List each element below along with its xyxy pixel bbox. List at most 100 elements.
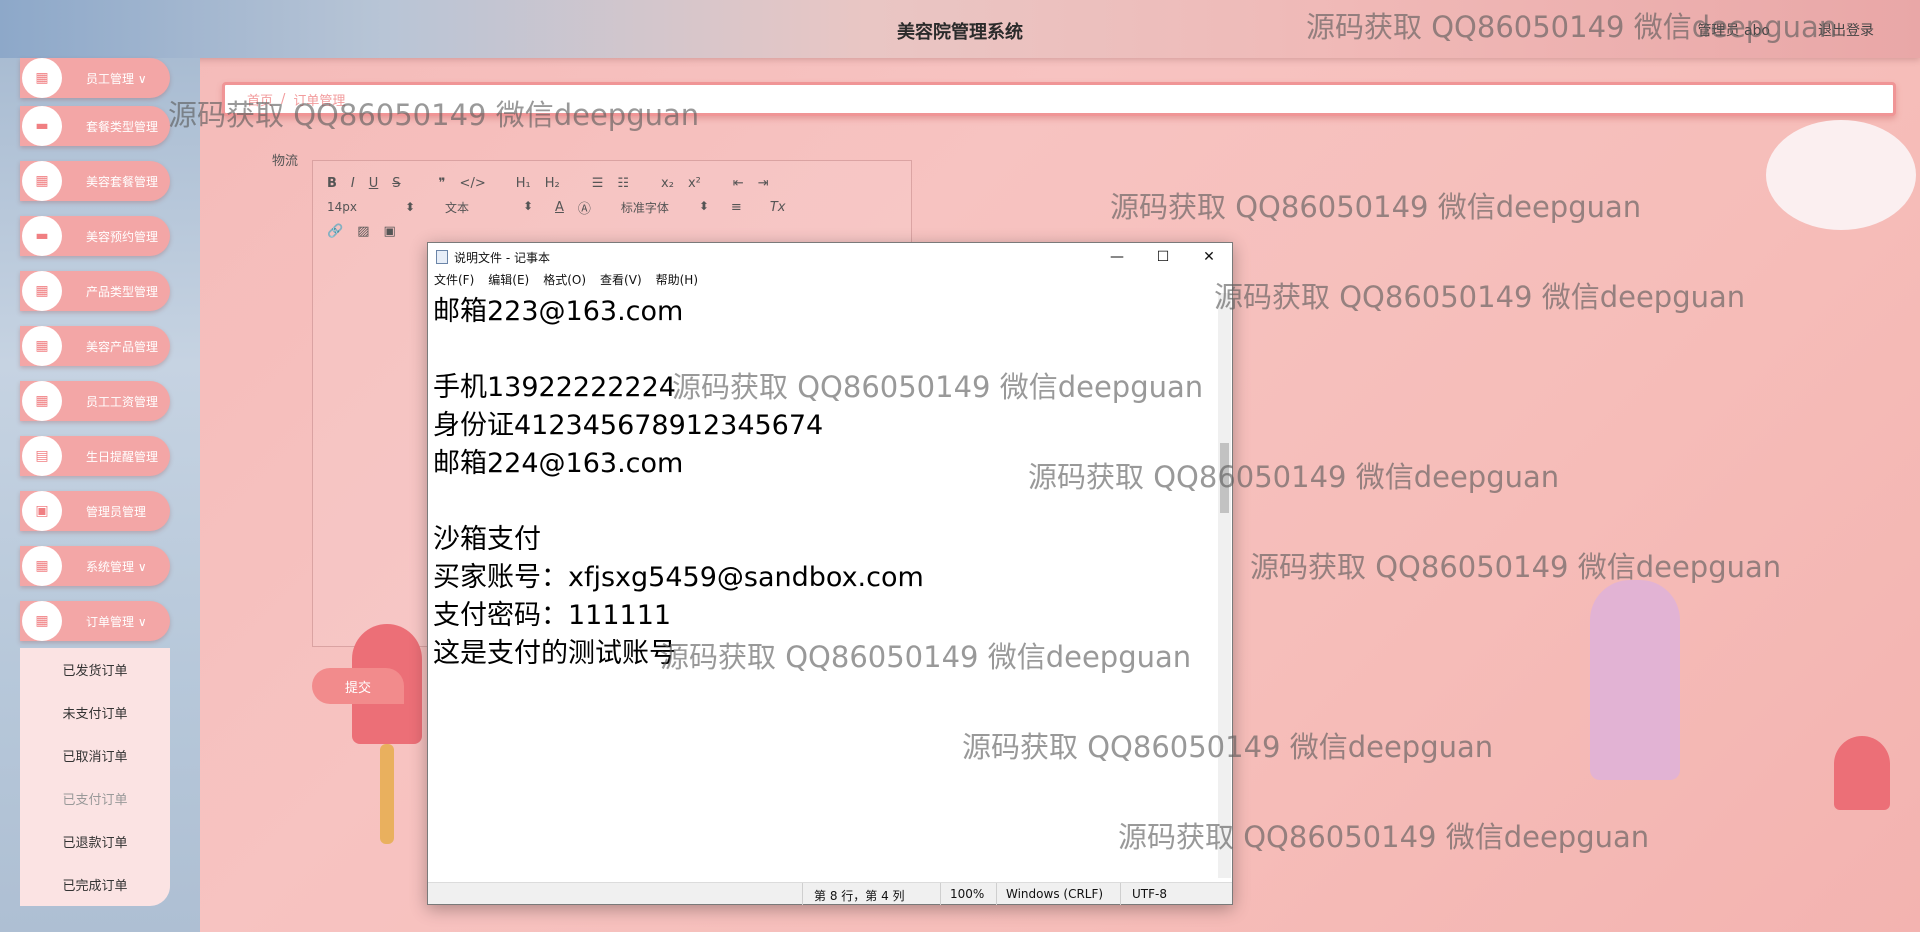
breadcrumb-current: 订单管理 bbox=[293, 93, 346, 109]
popsicle-stick-decoration bbox=[380, 744, 394, 844]
background-color-icon[interactable]: Ⓐ bbox=[578, 198, 591, 217]
maximize-icon[interactable]: ☐ bbox=[1140, 243, 1186, 271]
sidebar-item-appointment[interactable]: ▬ 美容预约管理 bbox=[20, 216, 170, 256]
video-icon[interactable]: ▣ bbox=[383, 224, 395, 239]
sidebar-item-label: 管理员管理 bbox=[86, 504, 147, 519]
cloud-decoration bbox=[1766, 120, 1916, 230]
underline-icon[interactable]: U bbox=[369, 176, 379, 191]
screen-icon: ▬ bbox=[22, 216, 62, 256]
strike-icon[interactable]: S bbox=[392, 176, 400, 191]
sidebar-item-label: 系统管理 ∨ bbox=[86, 559, 147, 574]
sidebar: ▦ 员工管理 ∨ ▬ 套餐类型管理 ▦ 美容套餐管理 ▬ 美容预约管理 ▦ 产品类型管理 … bbox=[0, 58, 200, 932]
app-title: 美容院管理系统 bbox=[897, 22, 1023, 43]
sidebar-item-staff[interactable]: ▦ 员工管理 ∨ bbox=[20, 58, 170, 98]
superscript-icon[interactable]: x² bbox=[688, 176, 701, 191]
grid-icon: ▦ bbox=[22, 546, 62, 586]
submenu-item-cancelled[interactable]: 已取消订单 bbox=[20, 734, 170, 777]
sidebar-item-label: 产品类型管理 bbox=[86, 284, 159, 299]
notepad-menubar: 文件(F) 编辑(E) 格式(O) 查看(V) 帮助(H) bbox=[428, 271, 1232, 291]
ordered-list-icon[interactable]: ☰ bbox=[592, 176, 604, 191]
sidebar-item-label: 美容预约管理 bbox=[86, 229, 159, 244]
calendar-icon: ▤ bbox=[22, 436, 62, 476]
sidebar-item-package-type[interactable]: ▬ 套餐类型管理 bbox=[20, 106, 170, 146]
status-line-ending: Windows (CRLF) bbox=[1006, 887, 1104, 901]
sidebar-item-label: 员工工资管理 bbox=[86, 394, 159, 409]
bullet-list-icon[interactable]: ☷ bbox=[617, 176, 629, 191]
outdent-icon[interactable]: ⇤ bbox=[733, 176, 744, 191]
quote-icon[interactable]: ❞ bbox=[439, 176, 446, 191]
subscript-icon[interactable]: x₂ bbox=[661, 176, 674, 191]
scrollbar-thumb[interactable] bbox=[1220, 443, 1229, 513]
sidebar-item-beauty-package[interactable]: ▦ 美容套餐管理 bbox=[20, 161, 170, 201]
block-format-select[interactable]: 文本 ⬍ bbox=[445, 199, 533, 216]
logout-link[interactable]: 退出登录 bbox=[1818, 20, 1874, 40]
heading1-icon[interactable]: H₁ bbox=[516, 176, 531, 191]
font-color-icon[interactable]: A bbox=[555, 200, 564, 215]
menu-view[interactable]: 查看(V) bbox=[600, 271, 642, 291]
sidebar-item-orders[interactable]: ▦ 订单管理 ∨ bbox=[20, 601, 170, 641]
watermark: 源码获取 QQ86050149 微信deepguan bbox=[1110, 190, 1642, 224]
notepad-title: 说明文件 - 记事本 bbox=[454, 250, 550, 265]
sidebar-item-label: 订单管理 ∨ bbox=[86, 614, 147, 629]
submenu-item-refunded[interactable]: 已退款订单 bbox=[20, 820, 170, 863]
sidebar-item-birthday[interactable]: ▤ 生日提醒管理 bbox=[20, 436, 170, 476]
editor-toolbar-row-3: 🔗 ▨ ▣ bbox=[313, 219, 911, 243]
updown-icon: ⬍ bbox=[522, 198, 533, 213]
tower-decoration bbox=[1590, 580, 1680, 780]
breadcrumb: 首页 / 订单管理 bbox=[222, 82, 1896, 116]
updown-icon: ⬍ bbox=[698, 198, 709, 213]
status-divider bbox=[996, 883, 997, 905]
submenu-item-paid[interactable]: 已支付订单 bbox=[20, 777, 170, 820]
font-size-select[interactable]: 14px ⬍ bbox=[327, 200, 415, 214]
submit-button[interactable]: 提交 bbox=[312, 668, 404, 704]
status-divider bbox=[1120, 883, 1121, 905]
align-icon[interactable]: ≡ bbox=[731, 200, 742, 215]
grid-icon: ▦ bbox=[22, 381, 62, 421]
submenu-item-unpaid[interactable]: 未支付订单 bbox=[20, 691, 170, 734]
grid-icon: ▦ bbox=[22, 326, 62, 366]
sidebar-item-salary[interactable]: ▦ 员工工资管理 bbox=[20, 381, 170, 421]
sidebar-item-system[interactable]: ▦ 系统管理 ∨ bbox=[20, 546, 170, 586]
grid-icon: ▦ bbox=[22, 601, 62, 641]
menu-file[interactable]: 文件(F) bbox=[434, 271, 474, 291]
editor-toolbar-row-1: B I U S ❞ </> H₁ H₂ ☰ ☷ x₂ x² ⇤ ⇥ bbox=[313, 171, 911, 195]
image-icon[interactable]: ▨ bbox=[357, 224, 369, 239]
font-family-select[interactable]: 标准字体 ⬍ bbox=[621, 199, 709, 216]
code-icon[interactable]: </> bbox=[460, 176, 486, 191]
notepad-icon bbox=[436, 250, 448, 264]
status-zoom: 100% bbox=[950, 887, 985, 901]
menu-help[interactable]: 帮助(H) bbox=[656, 271, 698, 291]
minimize-icon[interactable]: — bbox=[1094, 243, 1140, 271]
updown-icon: ⬍ bbox=[404, 200, 415, 214]
status-divider bbox=[940, 883, 941, 905]
bold-icon[interactable]: B bbox=[327, 176, 337, 191]
heading2-icon[interactable]: H₂ bbox=[545, 176, 560, 191]
grid-icon: ▦ bbox=[22, 271, 62, 311]
sidebar-item-product[interactable]: ▦ 美容产品管理 bbox=[20, 326, 170, 366]
sidebar-item-admin[interactable]: ▣ 管理员管理 bbox=[20, 491, 170, 531]
notepad-text-area[interactable]: 邮箱223@163.com 手机13922222224 身份证412345678… bbox=[433, 293, 1213, 877]
menu-format[interactable]: 格式(O) bbox=[543, 271, 586, 291]
sidebar-item-product-type[interactable]: ▦ 产品类型管理 bbox=[20, 271, 170, 311]
menu-edit[interactable]: 编辑(E) bbox=[488, 271, 529, 291]
sidebar-item-label: 套餐类型管理 bbox=[86, 119, 159, 134]
watermark: 源码获取 QQ86050149 微信deepguan bbox=[1250, 550, 1782, 584]
status-encoding: UTF-8 bbox=[1132, 887, 1167, 901]
grid-icon: ▦ bbox=[22, 161, 62, 201]
vertical-scrollbar[interactable] bbox=[1218, 293, 1231, 878]
indent-icon[interactable]: ⇥ bbox=[758, 176, 769, 191]
notepad-statusbar: 第 8 行，第 4 列 100% Windows (CRLF) UTF-8 bbox=[428, 882, 1232, 905]
submenu-item-completed[interactable]: 已完成订单 bbox=[20, 863, 170, 906]
link-icon[interactable]: 🔗 bbox=[327, 224, 343, 239]
breadcrumb-separator: / bbox=[281, 91, 286, 107]
submenu-item-shipped[interactable]: 已发货订单 bbox=[20, 648, 170, 691]
italic-icon[interactable]: I bbox=[351, 176, 355, 191]
status-position: 第 8 行，第 4 列 bbox=[814, 889, 905, 903]
cup-decoration bbox=[1834, 736, 1890, 810]
breadcrumb-home[interactable]: 首页 bbox=[247, 90, 273, 109]
notepad-window: 说明文件 - 记事本 — ☐ ✕ 文件(F) 编辑(E) 格式(O) 查看(V)… bbox=[427, 242, 1233, 905]
sidebar-item-label: 员工管理 ∨ bbox=[86, 71, 147, 86]
close-icon[interactable]: ✕ bbox=[1186, 243, 1232, 271]
top-bar: 美容院管理系统 管理员 abo 退出登录 bbox=[0, 0, 1920, 58]
clear-format-icon[interactable]: Tx bbox=[770, 200, 786, 215]
